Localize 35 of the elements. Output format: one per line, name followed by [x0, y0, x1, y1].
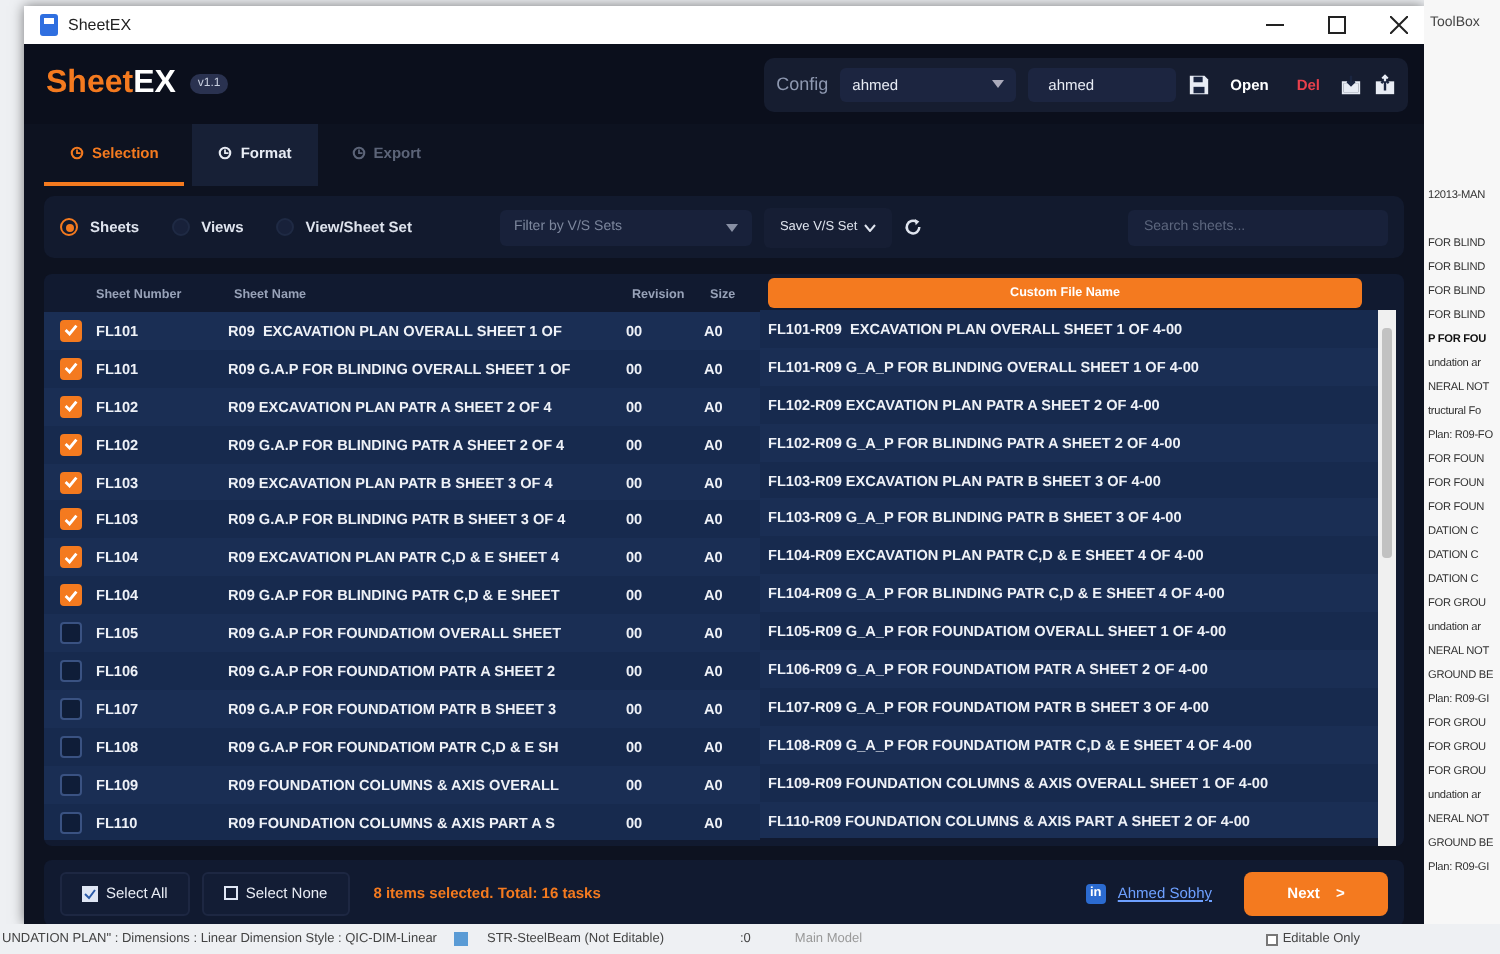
clock-icon	[351, 146, 366, 160]
row-checkbox[interactable]	[59, 357, 81, 380]
editable-checkbox[interactable]	[1266, 933, 1279, 945]
scrollbar[interactable]	[1378, 310, 1396, 846]
clock-icon	[218, 146, 233, 160]
tray-up-icon[interactable]	[1374, 73, 1396, 95]
config-label: Config	[776, 74, 829, 94]
row-checkbox[interactable]	[59, 433, 81, 456]
refresh-icon[interactable]	[903, 218, 922, 236]
row-checkbox[interactable]	[59, 811, 81, 834]
caret-icon	[992, 80, 1005, 88]
clock-icon	[70, 146, 84, 160]
save-icon[interactable]	[1188, 73, 1211, 95]
window-title: SheetEX	[68, 16, 134, 34]
beam-icon	[452, 930, 471, 948]
row-checkbox[interactable]	[59, 735, 81, 758]
close-icon[interactable]	[1390, 16, 1408, 34]
row-checkbox[interactable]	[59, 659, 81, 682]
checkbox-icon	[82, 885, 98, 901]
caret-icon	[725, 223, 738, 231]
square-icon	[223, 886, 238, 900]
row-checkbox[interactable]	[59, 773, 81, 796]
row-checkbox[interactable]	[59, 584, 81, 607]
row-checkbox[interactable]	[59, 508, 81, 531]
caret-icon	[863, 223, 876, 231]
row-checkbox[interactable]	[59, 319, 81, 342]
tray-down-icon[interactable]	[1340, 73, 1362, 95]
app-logo: SheetEX	[46, 66, 176, 102]
app-icon	[40, 14, 58, 36]
row-checkbox[interactable]	[59, 395, 81, 418]
row-checkbox[interactable]	[59, 622, 81, 645]
row-checkbox[interactable]	[59, 697, 81, 720]
maximize-icon[interactable]	[1328, 16, 1346, 34]
row-checkbox[interactable]	[59, 546, 81, 569]
row-checkbox[interactable]	[59, 471, 81, 493]
